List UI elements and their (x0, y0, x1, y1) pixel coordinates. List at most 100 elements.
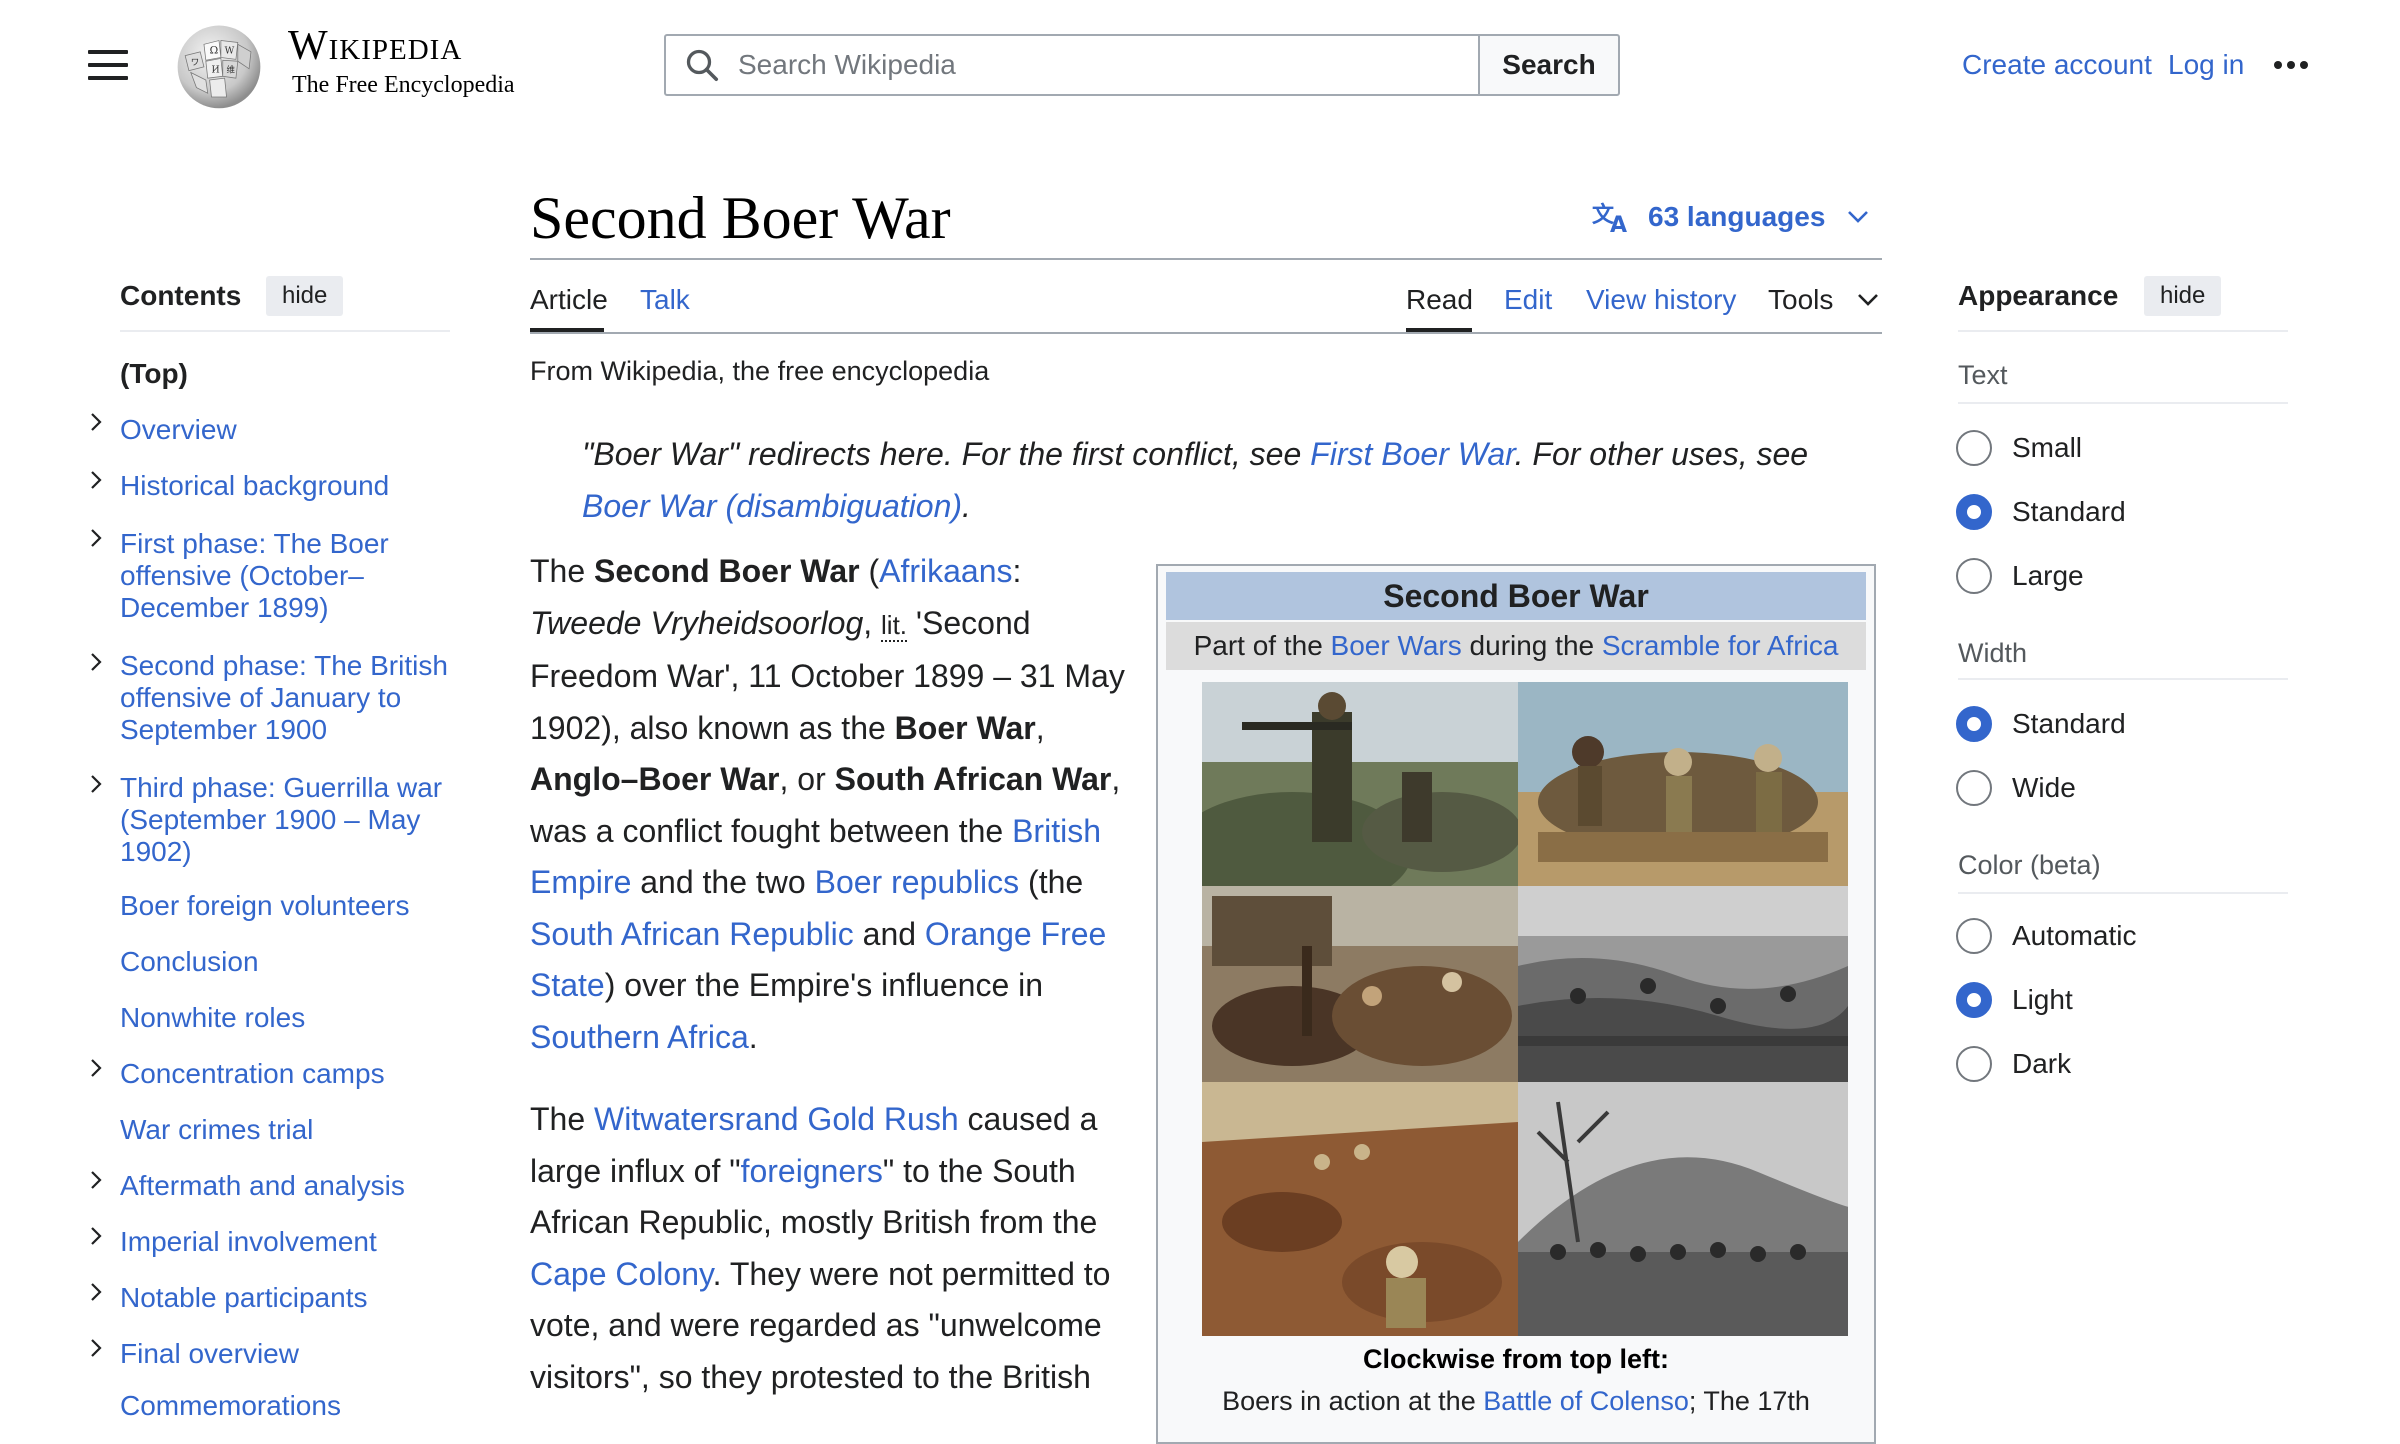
seventeenth-lancers-painting[interactable] (1518, 682, 1848, 886)
toc-item-third-phase[interactable]: Third phase: Guerrilla war (September 19… (120, 772, 460, 868)
toc-item-concentration-camps[interactable]: Concentration camps (120, 1058, 460, 1090)
witwatersrand-gold-rush-link[interactable]: Witwatersrand Gold Rush (594, 1101, 959, 1137)
toc-item-top[interactable]: (Top) (120, 358, 460, 390)
infobox-caption: Boers in action at the Battle of Colenso… (1166, 1386, 1866, 1417)
surrender-painting[interactable] (1202, 886, 1518, 1082)
toc-item-imperial-involvement[interactable]: Imperial involvement (120, 1226, 460, 1258)
toc-item-historical-background[interactable]: Historical background (120, 470, 460, 502)
main-menu-icon[interactable] (88, 50, 128, 82)
para-text: and (853, 915, 925, 952)
para-text: The (530, 1101, 595, 1137)
tab-article[interactable]: Article (530, 284, 608, 316)
chevron-right-icon[interactable] (86, 528, 106, 548)
radio-button[interactable] (1956, 918, 1992, 954)
page-title: Second Boer War (530, 185, 951, 251)
south-african-republic-link[interactable]: South African Republic (530, 916, 854, 952)
caption-text: ; The 17th (1688, 1386, 1810, 1416)
chevron-right-icon[interactable] (86, 1282, 106, 1302)
battle-of-colenso-photo[interactable] (1202, 682, 1518, 886)
bold-term: South African War (834, 761, 1112, 797)
radio-button[interactable] (1956, 770, 1992, 806)
search-box[interactable] (664, 34, 1480, 96)
toc-item-final-overview[interactable]: Final overview (120, 1338, 460, 1370)
para-text: (the (1019, 864, 1084, 900)
para-text: ) over the Empire's influence in (604, 967, 1044, 1003)
search-input[interactable] (736, 48, 1420, 82)
chevron-right-icon[interactable] (86, 1338, 106, 1358)
chevron-right-icon[interactable] (86, 652, 106, 672)
color-light-option[interactable]: Light (1956, 982, 2073, 1018)
wikipedia-globe-logo[interactable]: Ω W И ワ 维 (168, 18, 270, 112)
boer-republics-link[interactable]: Boer republics (815, 864, 1020, 900)
toc-item-conclusion[interactable]: Conclusion (120, 946, 460, 978)
para-text: and the two (631, 864, 815, 900)
search-button[interactable]: Search (1478, 34, 1620, 96)
tab-tools-label: Tools (1768, 284, 1834, 315)
option-label: Standard (2012, 496, 2126, 527)
color-automatic-option[interactable]: Automatic (1956, 918, 2137, 954)
wikipedia-wordmark[interactable]: Wikipedia (288, 22, 462, 70)
battle-of-colenso-link[interactable]: Battle of Colenso (1483, 1386, 1689, 1416)
svg-text:维: 维 (227, 65, 236, 75)
option-label: Light (2012, 984, 2073, 1015)
trench-photo[interactable] (1518, 886, 1848, 1082)
toc-item-boer-foreign-volunteers[interactable]: Boer foreign volunteers (120, 890, 460, 922)
afrikaans-link[interactable]: Afrikaans (879, 553, 1012, 589)
chevron-right-icon[interactable] (86, 774, 106, 794)
first-boer-war-link[interactable]: First Boer War (1310, 436, 1514, 472)
radio-button-selected[interactable] (1956, 706, 1992, 742)
toc-item-overview[interactable]: Overview (120, 414, 460, 446)
text-size-standard-option[interactable]: Standard (1956, 494, 2126, 530)
toc-item-aftermath-and-analysis[interactable]: Aftermath and analysis (120, 1170, 460, 1202)
infobox-subtitle: Part of the Boer Wars during the Scrambl… (1166, 622, 1866, 670)
toc-item-notable-participants[interactable]: Notable participants (120, 1282, 460, 1314)
literally-abbreviation[interactable]: lit. (881, 609, 908, 642)
bold-term: Anglo–Boer War (530, 761, 780, 797)
toc-item-second-phase[interactable]: Second phase: The British offensive of J… (120, 650, 470, 746)
radio-button[interactable] (1956, 558, 1992, 594)
tab-tools[interactable]: Tools (1768, 284, 1879, 316)
foreigners-link[interactable]: foreigners (741, 1153, 883, 1189)
width-wide-option[interactable]: Wide (1956, 770, 2076, 806)
tab-read[interactable]: Read (1406, 284, 1473, 316)
boer-war-disambiguation-link[interactable]: Boer War (disambiguation) (582, 488, 962, 524)
chevron-right-icon[interactable] (86, 412, 106, 432)
hatnote-text: . For other uses, see (1514, 436, 1809, 472)
log-in-link[interactable]: Log in (2168, 49, 2244, 81)
southern-africa-link[interactable]: Southern Africa (530, 1019, 749, 1055)
color-dark-option[interactable]: Dark (1956, 1046, 2071, 1082)
width-label: Width (1958, 638, 2028, 668)
more-options-icon[interactable] (2274, 56, 2316, 72)
appearance-hide-button[interactable]: hide (2144, 276, 2222, 316)
translate-icon: 文 A (1592, 202, 1627, 234)
italic-term: Tweede Vryheidsoorlog (530, 604, 864, 641)
languages-button[interactable]: 文 A 63 languages (1592, 200, 1885, 234)
text-size-small-option[interactable]: Small (1956, 430, 2082, 466)
radio-button[interactable] (1956, 1046, 1992, 1082)
chevron-right-icon[interactable] (86, 1170, 106, 1190)
para-text: : (1012, 553, 1022, 589)
spion-kop-painting[interactable] (1202, 1082, 1518, 1336)
chevron-right-icon[interactable] (86, 1058, 106, 1078)
toc-item-first-phase[interactable]: First phase: The Boer offensive (October… (120, 528, 410, 624)
toc-item-war-crimes-trial[interactable]: War crimes trial (120, 1114, 460, 1146)
text-size-large-option[interactable]: Large (1956, 558, 2084, 594)
boer-commando-photo[interactable] (1518, 1082, 1848, 1336)
tab-edit[interactable]: Edit (1504, 284, 1552, 316)
radio-button-selected[interactable] (1956, 982, 1992, 1018)
scramble-for-africa-link[interactable]: Scramble for Africa (1602, 630, 1839, 661)
create-account-link[interactable]: Create account (1962, 49, 2152, 81)
tab-view-history[interactable]: View history (1586, 284, 1736, 316)
width-standard-option[interactable]: Standard (1956, 706, 2126, 742)
toc-item-commemorations[interactable]: Commemorations (120, 1390, 460, 1422)
toc-item-nonwhite-roles[interactable]: Nonwhite roles (120, 1002, 460, 1034)
tab-talk[interactable]: Talk (640, 284, 690, 316)
radio-button[interactable] (1956, 430, 1992, 466)
boer-wars-link[interactable]: Boer Wars (1331, 630, 1462, 661)
radio-button-selected[interactable] (1956, 494, 1992, 530)
cape-colony-link[interactable]: Cape Colony (530, 1256, 713, 1292)
toc-hide-button[interactable]: hide (266, 276, 344, 316)
chevron-right-icon[interactable] (86, 1226, 106, 1246)
languages-label: 63 languages (1648, 201, 1826, 232)
chevron-right-icon[interactable] (86, 470, 106, 490)
